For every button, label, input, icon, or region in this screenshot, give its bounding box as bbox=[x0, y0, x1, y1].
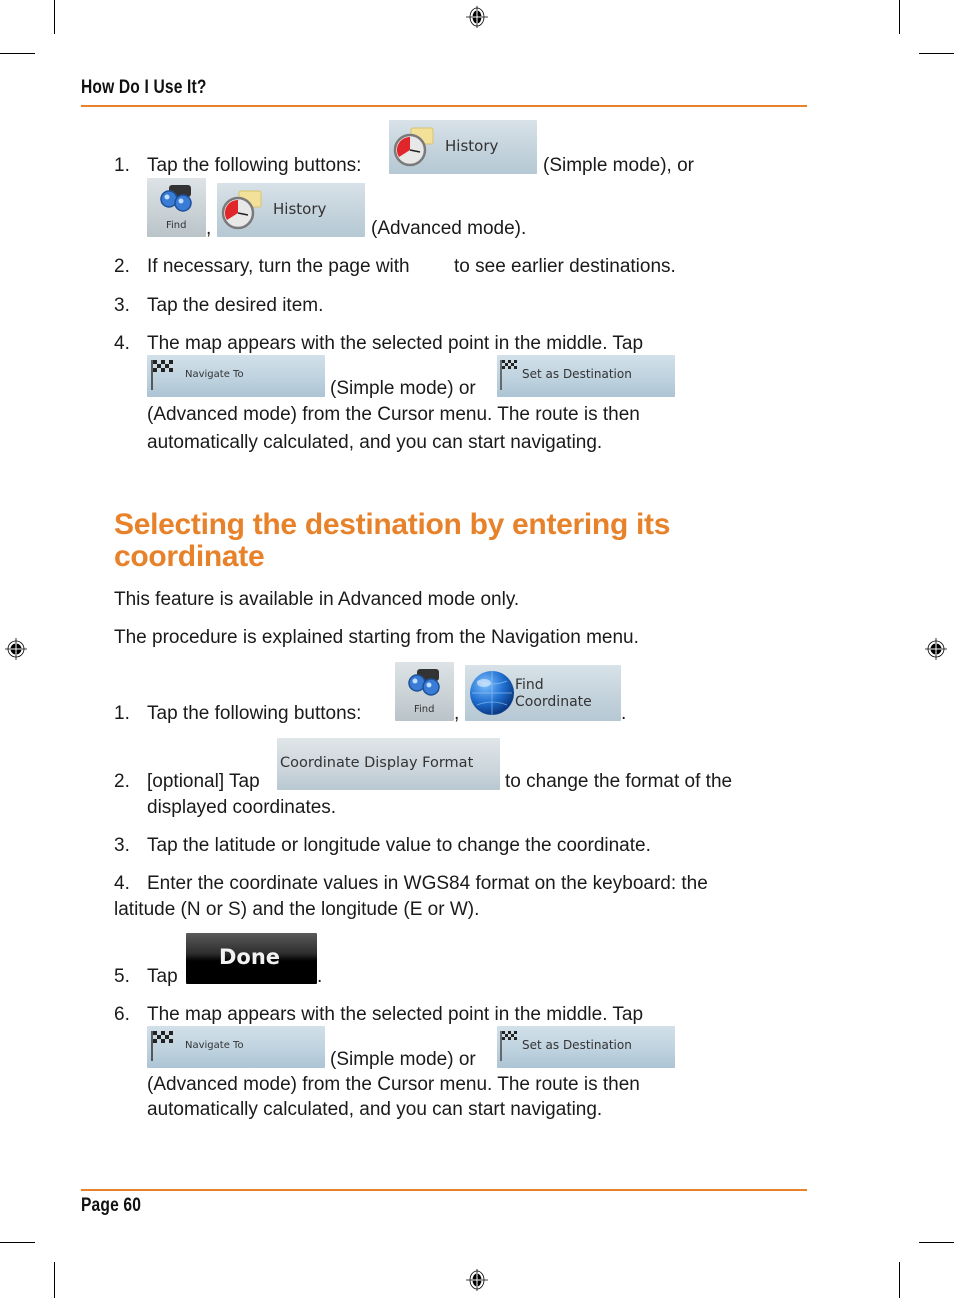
section-heading: coordinate bbox=[114, 540, 265, 573]
crop-mark bbox=[0, 1242, 35, 1243]
step-text: to see earlier destinations. bbox=[454, 256, 676, 277]
registration-mark-icon bbox=[466, 1269, 488, 1291]
step-text: (Advanced mode) from the Cursor menu. Th… bbox=[147, 404, 640, 425]
step-text: displayed coordinates. bbox=[147, 797, 337, 818]
step-text: Tap the desired item. bbox=[147, 295, 324, 316]
separator: . bbox=[317, 966, 323, 987]
history-label: History bbox=[273, 200, 327, 218]
history-button[interactable]: History bbox=[217, 183, 365, 237]
set-as-destination-label: Set as Destination bbox=[522, 367, 632, 381]
history-label: History bbox=[445, 137, 499, 155]
step-text: (Advanced mode). bbox=[371, 218, 527, 239]
separator: , bbox=[454, 703, 460, 724]
step-text: (Simple mode), or bbox=[543, 155, 694, 176]
step-text: (Advanced mode) from the Cursor menu. Th… bbox=[147, 1074, 640, 1095]
clock-icon bbox=[221, 190, 262, 230]
step-number: 1. bbox=[114, 703, 130, 724]
footer-rule bbox=[81, 1189, 807, 1191]
step-text: latitude (N or S) and the longitude (E o… bbox=[114, 899, 480, 920]
step-text: Tap the following buttons: bbox=[147, 703, 362, 724]
crop-mark bbox=[899, 0, 900, 34]
step-text: (Simple mode) or bbox=[330, 1049, 476, 1070]
step-text: Enter the coordinate values in WGS84 for… bbox=[147, 873, 708, 894]
crop-mark bbox=[919, 53, 954, 54]
step-number: 2. bbox=[114, 256, 130, 277]
checkered-flag-icon bbox=[500, 1031, 517, 1061]
registration-mark-icon bbox=[5, 638, 27, 660]
history-button[interactable]: History bbox=[389, 120, 537, 174]
step-text: automatically calculated, and you can st… bbox=[147, 1099, 603, 1120]
done-label: Done bbox=[219, 945, 281, 969]
step-number: 3. bbox=[114, 295, 130, 316]
step-number: 4. bbox=[114, 333, 130, 354]
globe-icon bbox=[470, 671, 514, 715]
page-number: Page 60 bbox=[81, 1195, 142, 1216]
step-text: The map appears with the selected point … bbox=[147, 333, 644, 354]
crop-mark bbox=[54, 1262, 55, 1298]
find-button[interactable]: Find bbox=[147, 178, 206, 237]
checkered-flag-icon bbox=[151, 1031, 173, 1061]
navigate-to-label: Navigate To bbox=[185, 1040, 244, 1051]
navigate-to-button[interactable]: Navigate To bbox=[147, 1026, 325, 1068]
intro-text: The procedure is explained starting from… bbox=[114, 627, 639, 648]
step-text: Tap the following buttons: bbox=[147, 155, 362, 176]
coordinate-display-format-label: Coordinate Display Format bbox=[280, 755, 474, 771]
crop-mark bbox=[0, 53, 35, 54]
section-heading: Selecting the destination by entering it… bbox=[114, 508, 671, 541]
step-text: to change the format of the bbox=[505, 771, 733, 792]
step-number: 3. bbox=[114, 835, 130, 856]
step-number: 5. bbox=[114, 966, 130, 987]
step-number: 1. bbox=[114, 155, 130, 176]
step-text: [optional] Tap bbox=[147, 771, 260, 792]
registration-mark-icon bbox=[466, 6, 488, 28]
find-button[interactable]: Find bbox=[395, 662, 454, 721]
find-label: Find bbox=[414, 704, 435, 715]
step-text: Tap the latitude or longitude value to c… bbox=[147, 835, 651, 856]
crop-mark bbox=[899, 1262, 900, 1298]
binoculars-icon bbox=[408, 669, 440, 696]
step-text: automatically calculated, and you can st… bbox=[147, 432, 603, 453]
separator: , bbox=[206, 218, 212, 239]
set-as-destination-label: Set as Destination bbox=[522, 1038, 632, 1052]
find-coordinate-button[interactable]: Find Coordinate bbox=[465, 665, 621, 721]
find-coordinate-label: Coordinate bbox=[515, 694, 592, 710]
checkered-flag-icon bbox=[500, 360, 517, 390]
binoculars-icon bbox=[160, 185, 192, 212]
running-header: How Do I Use It? bbox=[81, 77, 207, 98]
header-rule bbox=[81, 105, 807, 107]
clock-icon bbox=[393, 127, 434, 167]
step-text: If necessary, turn the page with bbox=[147, 256, 410, 277]
step-number: 2. bbox=[114, 771, 130, 792]
step-text: Tap bbox=[147, 966, 178, 987]
crop-mark bbox=[919, 1242, 954, 1243]
intro-text: This feature is available in Advanced mo… bbox=[114, 589, 520, 610]
coordinate-display-format-button[interactable]: Coordinate Display Format bbox=[277, 738, 500, 790]
navigate-to-button[interactable]: Navigate To bbox=[147, 355, 325, 397]
navigate-to-label: Navigate To bbox=[185, 369, 244, 380]
step-text: (Simple mode) or bbox=[330, 378, 476, 399]
step-number: 6. bbox=[114, 1004, 130, 1025]
step-number: 4. bbox=[114, 873, 130, 894]
set-as-destination-button[interactable]: Set as Destination bbox=[497, 1026, 675, 1068]
registration-mark-icon bbox=[925, 638, 947, 660]
find-coordinate-label: Find bbox=[515, 677, 544, 693]
separator: . bbox=[621, 703, 627, 724]
set-as-destination-button[interactable]: Set as Destination bbox=[497, 355, 675, 397]
checkered-flag-icon bbox=[151, 360, 173, 390]
step-text: The map appears with the selected point … bbox=[147, 1004, 644, 1025]
crop-mark bbox=[54, 0, 55, 34]
find-label: Find bbox=[166, 220, 187, 231]
done-button[interactable]: Done bbox=[186, 933, 317, 984]
